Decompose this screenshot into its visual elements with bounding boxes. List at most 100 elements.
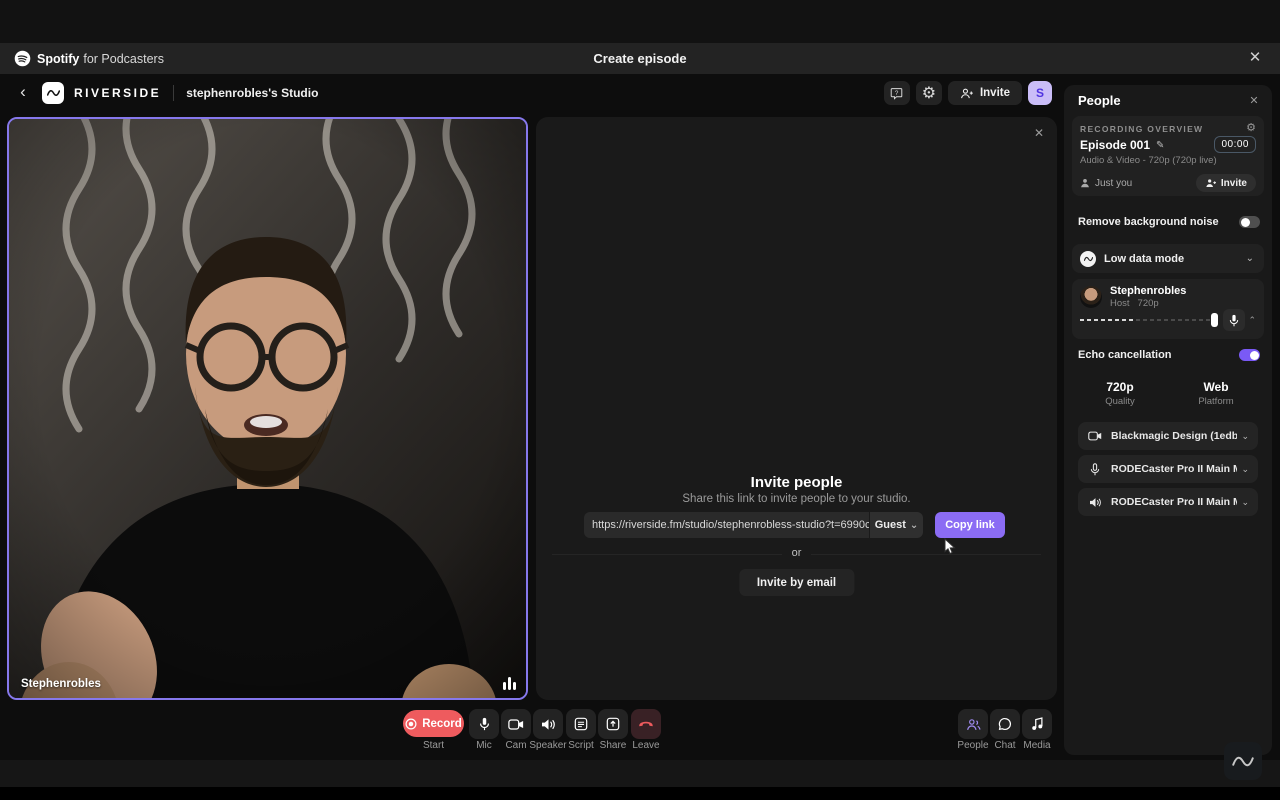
volume-slider-fill [1080, 319, 1136, 321]
create-episode-title: Create episode [0, 51, 1280, 66]
quality-stat: 720p Quality [1072, 380, 1168, 407]
back-button[interactable]: ‹ [10, 80, 36, 106]
recording-format: Audio & Video - 720p (720p live) [1080, 155, 1217, 166]
invite-link-row: https://riverside.fm/studio/stephenroble… [584, 512, 1009, 538]
invite-by-email-button[interactable]: Invite by email [739, 569, 854, 596]
help-button[interactable]: ? [884, 81, 910, 105]
close-icon[interactable]: ✕ [1244, 47, 1266, 69]
chevron-down-icon: ⌄ [1241, 497, 1249, 508]
remove-noise-toggle[interactable] [1239, 216, 1260, 228]
host-name: Stephenrobles [1110, 285, 1186, 297]
people-toggle-button[interactable] [958, 709, 988, 739]
host-avatar [1080, 286, 1102, 308]
script-icon [574, 717, 588, 731]
people-panel-title: People [1078, 93, 1121, 108]
invite-button-top[interactable]: Invite [948, 81, 1022, 105]
chevron-down-icon: ⌄ [910, 520, 918, 531]
camera-icon [508, 719, 524, 730]
person-icon [1080, 178, 1090, 188]
record-button-label: Record [422, 718, 462, 730]
chevron-down-icon: ⌄ [1246, 253, 1254, 264]
mouse-cursor [944, 538, 956, 555]
top-black-strip [0, 0, 1280, 43]
settings-button[interactable]: ⚙ [916, 81, 942, 105]
audio-level-icon [503, 676, 516, 690]
leave-button[interactable] [631, 709, 661, 739]
echo-cancellation-toggle[interactable] [1239, 349, 1260, 361]
invite-people-panel: ✕ Invite people Share this link to invit… [536, 117, 1057, 700]
speaker-device-dropdown[interactable]: RODECaster Pro II Main M... ⌄ [1078, 488, 1258, 516]
participants-row: Just you Invite [1080, 174, 1256, 192]
speaker-icon [1087, 497, 1103, 508]
speaker-button[interactable] [533, 709, 563, 739]
record-button[interactable]: Record [403, 710, 464, 737]
user-avatar[interactable]: S [1028, 81, 1052, 105]
help-bubble-icon: ? [890, 87, 903, 100]
volume-slider-knob[interactable] [1211, 313, 1218, 327]
media-button[interactable] [1022, 709, 1052, 739]
host-mic-button[interactable] [1223, 309, 1245, 331]
recording-timer: 00:00 [1214, 136, 1256, 153]
people-sidebar: People ✕ RECORDING OVERVIEW ⚙ Episode 00… [1064, 85, 1272, 755]
recording-overview-label: RECORDING OVERVIEW [1080, 124, 1203, 134]
mic-device-dropdown[interactable]: RODECaster Pro II Main M... ⌄ [1078, 455, 1258, 483]
invite-button-label: Invite [980, 87, 1010, 99]
chat-button[interactable] [990, 709, 1020, 739]
close-icon[interactable]: ✕ [1031, 125, 1047, 141]
music-note-icon [1031, 717, 1044, 731]
chevron-up-icon[interactable]: ⌃ [1248, 315, 1256, 326]
leave-label: Leave [624, 740, 668, 751]
copy-link-button[interactable]: Copy link [935, 512, 1005, 538]
invite-button-panel[interactable]: Invite [1196, 174, 1256, 192]
host-participant-card: Stephenrobles Host720p ⌃ [1072, 279, 1264, 339]
invite-link-field[interactable]: https://riverside.fm/studio/stephenroble… [584, 512, 869, 538]
chevron-down-icon: ⌄ [1241, 464, 1249, 475]
remove-noise-row: Remove background noise [1078, 216, 1260, 228]
session-stats: 720p Quality Web Platform [1072, 380, 1264, 407]
low-data-mode-card[interactable]: Low data mode ⌄ [1072, 244, 1264, 273]
role-dropdown[interactable]: Guest ⌄ [869, 512, 923, 538]
local-video-tile[interactable]: Stephenrobles [7, 117, 528, 700]
edit-episode-icon[interactable]: ✎ [1156, 140, 1164, 151]
media-label: Media [1015, 740, 1059, 751]
low-data-label: Low data mode [1104, 253, 1184, 265]
close-icon[interactable]: ✕ [1246, 93, 1262, 109]
riverside-wordmark: RIVERSIDE [74, 86, 161, 100]
camera-device-dropdown[interactable]: Blackmagic Design (1edb:... ⌄ [1078, 422, 1258, 450]
riverside-logo [42, 82, 64, 104]
role-dropdown-value: Guest [875, 519, 906, 531]
participant-name-label: Stephenrobles [21, 678, 101, 690]
invite-people-title: Invite people [536, 474, 1057, 491]
echo-cancellation-label: Echo cancellation [1078, 349, 1172, 361]
remove-noise-label: Remove background noise [1078, 216, 1219, 228]
share-button[interactable] [598, 709, 628, 739]
mic-icon [1229, 314, 1239, 327]
chat-icon [998, 717, 1012, 731]
phone-hangup-icon [638, 720, 654, 728]
invite-people-subtitle: Share this link to invite people to your… [536, 493, 1057, 505]
mic-icon [479, 717, 490, 731]
mic-button[interactable] [469, 709, 499, 739]
record-sub-label: Start [403, 740, 464, 751]
recording-overview-card: RECORDING OVERVIEW ⚙ Episode 001 ✎ 00:00… [1072, 116, 1264, 196]
camera-icon [1087, 431, 1103, 441]
share-screen-icon [606, 717, 620, 731]
mic-icon [1087, 463, 1103, 476]
studio-name: stephenrobles's Studio [186, 86, 318, 100]
gear-icon: ⚙ [922, 83, 936, 103]
people-icon [966, 718, 981, 731]
person-add-icon [960, 88, 974, 99]
script-button[interactable] [566, 709, 596, 739]
platform-stat: Web Platform [1168, 380, 1264, 407]
navbar-divider [173, 85, 174, 101]
record-icon [405, 718, 417, 730]
svg-text:?: ? [895, 90, 899, 97]
just-you-label: Just you [1080, 178, 1132, 189]
spotify-header-bar: Spotify for Podcasters Create episode ✕ [0, 43, 1280, 74]
cam-button[interactable] [501, 709, 531, 739]
bottom-black-strip [0, 787, 1280, 800]
chevron-down-icon: ⌄ [1241, 431, 1249, 442]
gear-icon[interactable]: ⚙ [1246, 121, 1256, 134]
episode-name: Episode 001 ✎ [1080, 138, 1164, 152]
person-add-icon [1205, 178, 1217, 188]
